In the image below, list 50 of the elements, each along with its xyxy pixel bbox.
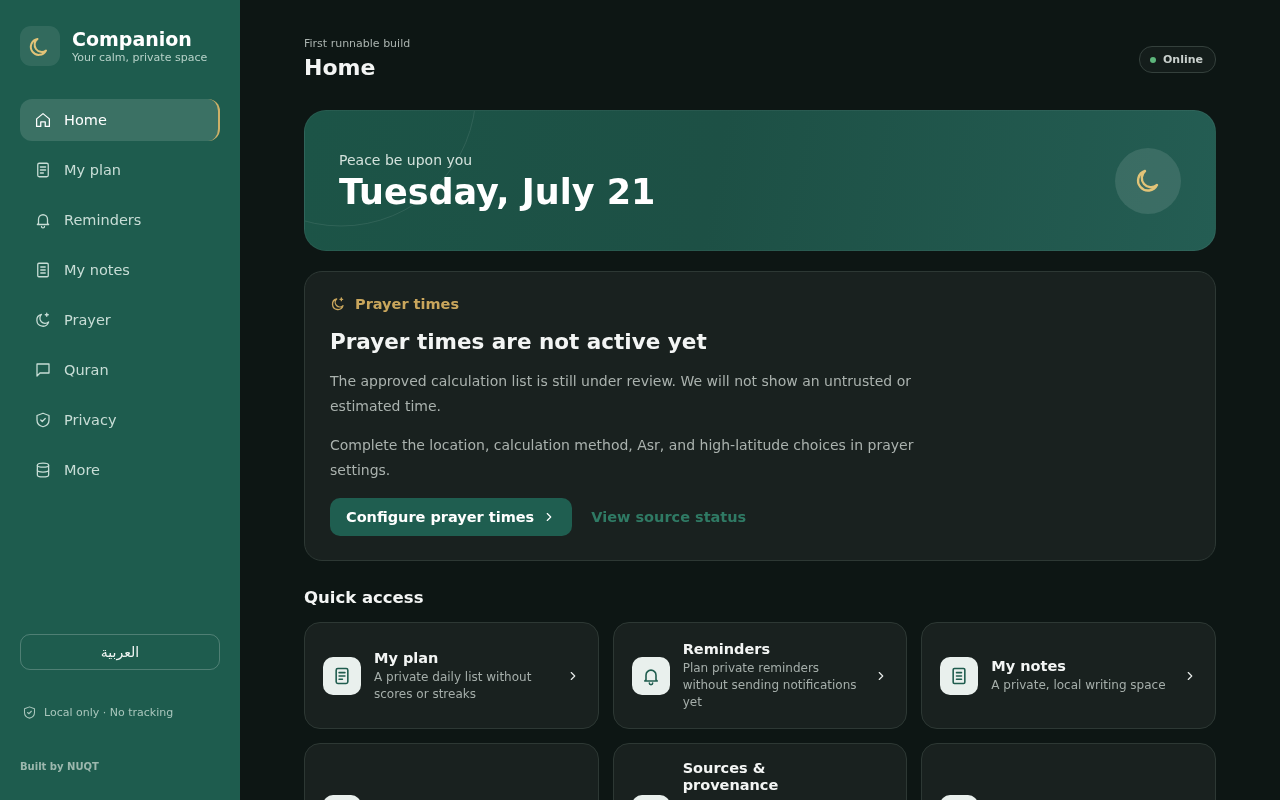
app-tagline: Your calm, private space: [72, 51, 208, 65]
privacy-note: Local only · No tracking: [44, 706, 174, 719]
quick-access-card[interactable]: My plan A private daily list without scores or streaks: [304, 622, 599, 729]
quick-access-card[interactable]: Reminders Plan private reminders without sending notifications yet: [612, 622, 908, 729]
nav-item[interactable]: Home: [20, 99, 220, 141]
card-title: Sources & provenance: [682, 760, 780, 794]
crescent-moon-icon: [1115, 147, 1181, 214]
database-icon: [34, 461, 52, 479]
app-name: Companion: [72, 27, 193, 51]
nav-item[interactable]: My plan: [20, 149, 220, 191]
quick-access-card[interactable]: Sources & provenance: [612, 743, 908, 800]
card-eyebrow: Prayer times: [355, 296, 460, 312]
nav-item[interactable]: Reminders: [20, 199, 220, 241]
card-title: My notes: [991, 657, 1067, 675]
bell-icon: [631, 656, 670, 695]
crescent-star-icon: [34, 311, 52, 329]
status-label: Online: [1163, 53, 1203, 66]
card-title: My plan: [374, 648, 440, 667]
quick-access-card[interactable]: My notes A private, local writing space: [921, 622, 1216, 729]
language-button[interactable]: العربية: [20, 634, 220, 670]
section-heading: Quick access: [304, 587, 425, 609]
shield-check-icon: [34, 411, 52, 429]
card-heading: Prayer times are not active yet: [330, 328, 708, 356]
page-title: Home: [304, 54, 377, 82]
shield-check-icon: [22, 705, 37, 720]
nav-item[interactable]: Privacy: [20, 399, 220, 441]
nav-item[interactable]: Prayer: [20, 299, 220, 341]
configure-button[interactable]: Configure prayer times: [330, 498, 573, 536]
nav-item[interactable]: Quran: [20, 349, 220, 391]
source-status-link[interactable]: View source status: [591, 509, 747, 525]
card-description: A private daily list without scores or streaks: [374, 668, 533, 703]
house-icon: [34, 111, 52, 129]
document-list-icon: [34, 161, 52, 179]
crescent-star-icon: [330, 296, 346, 312]
greeting-text: Peace be upon you: [339, 150, 474, 169]
card-paragraph: The approved calculation list is still under review. We will not show an untrusted or estimated time.: [330, 372, 912, 416]
card-paragraph: Complete the location, calculation method, Asr, and high-latitude choices in prayer settings.: [330, 436, 915, 480]
card-title: Reminders: [682, 640, 772, 658]
crescent-logo-icon: [20, 26, 60, 66]
credit-text: Built by NUQT: [20, 761, 100, 772]
document-list-icon: [323, 656, 361, 695]
card-description: A private, local writing space: [991, 677, 1167, 694]
nav-item[interactable]: My notes: [20, 249, 220, 291]
card-description: Plan private reminders without sending notifications yet: [682, 660, 858, 711]
document-icon: [34, 261, 52, 279]
document-icon: [940, 656, 979, 695]
bell-icon: [34, 211, 52, 229]
date-heading: Tuesday, July 21: [339, 170, 656, 214]
nav-item[interactable]: More: [20, 449, 220, 491]
page-eyebrow: First runnable build: [304, 37, 411, 51]
